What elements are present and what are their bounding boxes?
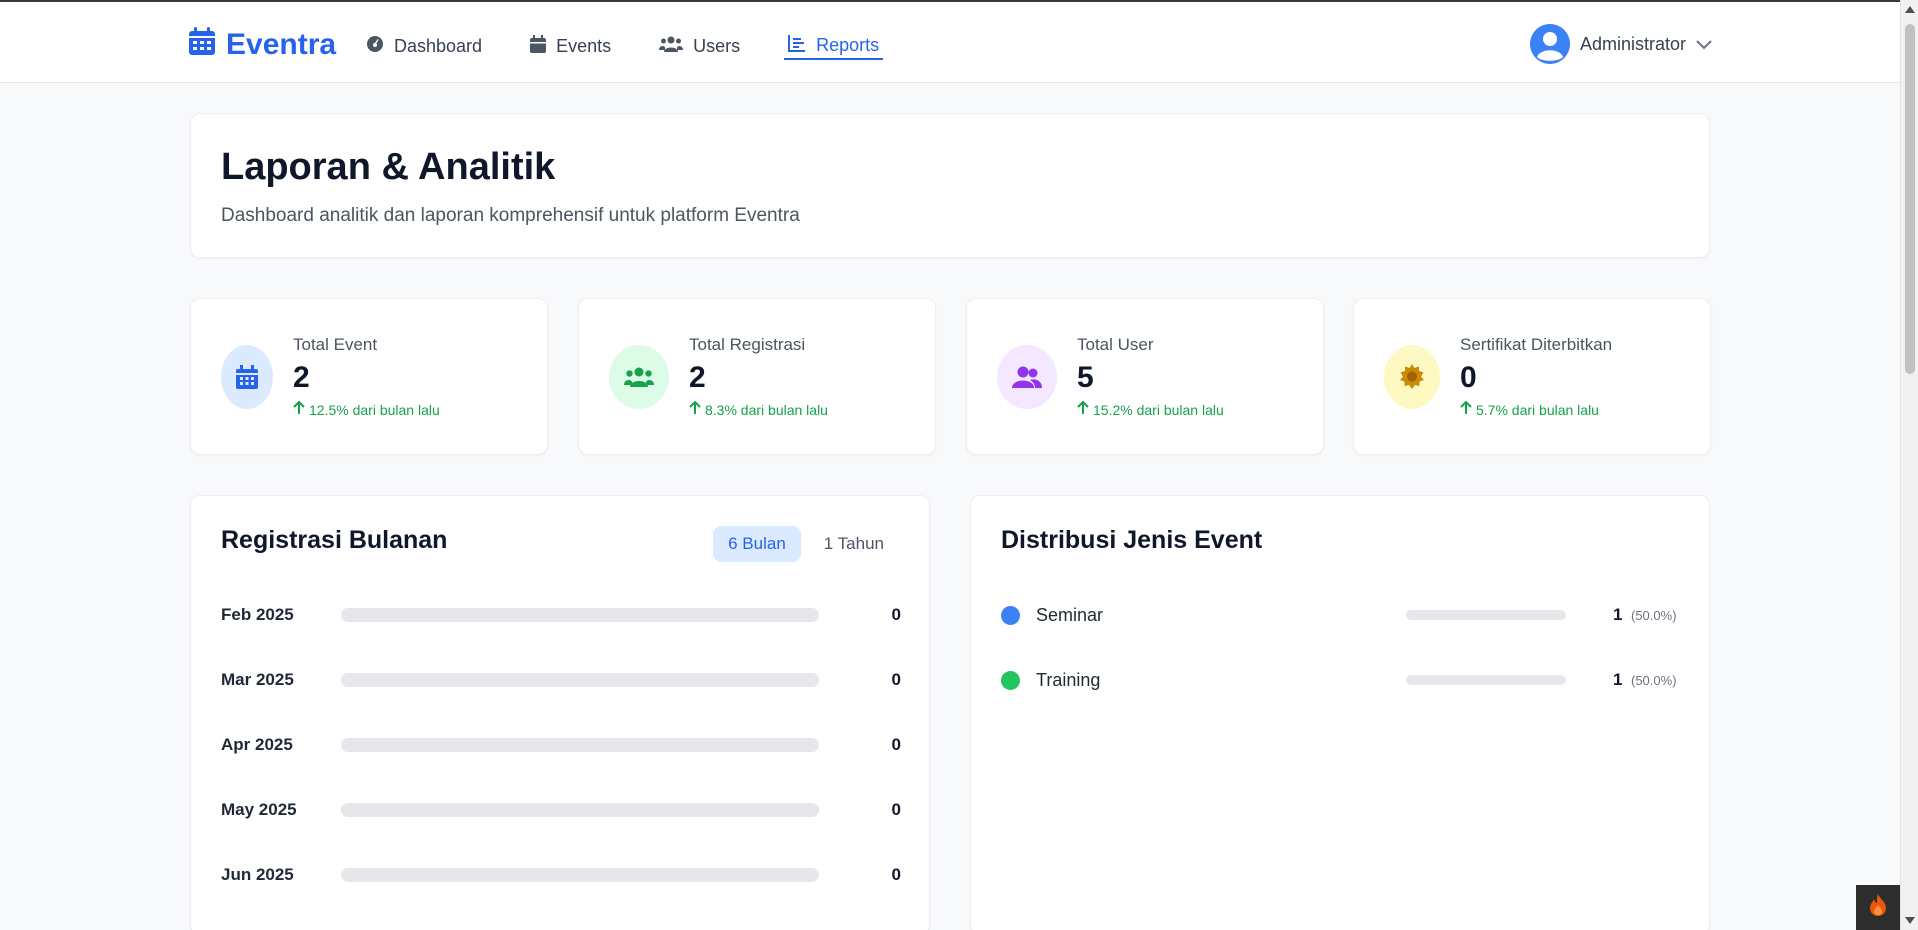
stat-card-total-user: Total User 5 15.2% dari bulan lalu [966, 298, 1324, 455]
nav-reports[interactable]: Reports [784, 32, 884, 60]
scroll-down-arrow-icon[interactable] [1905, 917, 1915, 924]
month-bar-track [341, 868, 819, 882]
distribution-count: 1 [1613, 605, 1623, 624]
distribution-bar-track [1406, 675, 1566, 685]
nav-users-label: Users [693, 35, 741, 56]
distribution-label: Seminar [1036, 604, 1104, 625]
stat-trend-text: 15.2% dari bulan lalu [1093, 401, 1224, 418]
nav-events-label: Events [556, 35, 612, 56]
distribution-row: Training 1 (50.0%) [1001, 665, 1681, 695]
brand-name: Eventra [226, 28, 337, 61]
chart-line-icon [788, 34, 806, 57]
arrow-up-icon [1077, 400, 1089, 418]
chevron-down-icon [1696, 34, 1712, 55]
legend-dot [1001, 670, 1020, 690]
distribution-label: Training [1036, 669, 1101, 690]
month-label: Feb 2025 [221, 605, 294, 624]
user-name: Administrator [1580, 33, 1687, 54]
distribution-percent: (50.0%) [1631, 607, 1677, 623]
stat-label: Total Event [293, 335, 378, 354]
range-toggle: 6 Bulan 1 Tahun [713, 526, 899, 562]
event-distribution-title: Distribusi Jenis Event [1001, 526, 1263, 554]
monthly-registration-panel: Registrasi Bulanan 6 Bulan 1 Tahun Feb 2… [190, 495, 930, 930]
distribution-bar-track [1406, 610, 1566, 620]
arrow-up-icon [1460, 400, 1472, 418]
top-navbar: Eventra Dashboard Events Users Reports A… [0, 0, 1900, 83]
stat-value: 5 [1077, 361, 1094, 394]
stat-label: Total Registrasi [689, 335, 806, 354]
page-subtitle: Dashboard analitik dan laporan komprehen… [221, 205, 800, 226]
main-nav: Dashboard Events Users Reports [366, 32, 931, 60]
range-1-tahun-button[interactable]: 1 Tahun [809, 526, 899, 562]
distribution-row: Seminar 1 (50.0%) [1001, 600, 1681, 630]
nav-dashboard-label: Dashboard [394, 35, 483, 56]
user-group-icon [997, 344, 1057, 409]
stat-trend-text: 12.5% dari bulan lalu [309, 401, 440, 418]
month-bar-track [341, 608, 819, 622]
month-row: Feb 2025 0 [221, 600, 901, 630]
arrow-up-icon [689, 400, 701, 418]
month-row: Jun 2025 0 [221, 860, 901, 890]
month-label: Mar 2025 [221, 670, 294, 689]
page-scrollbar[interactable] [1900, 0, 1918, 930]
nav-events[interactable]: Events [530, 32, 611, 60]
stat-card-total-event: Total Event 2 12.5% dari bulan lalu [190, 298, 548, 455]
stat-card-total-registrasi: Total Registrasi 2 8.3% dari bulan lalu [578, 298, 936, 455]
user-circle-icon [1530, 24, 1570, 64]
stat-trend-text: 5.7% dari bulan lalu [1476, 401, 1599, 418]
stat-trend: 5.7% dari bulan lalu [1460, 400, 1612, 418]
devtools-widget[interactable] [1856, 885, 1900, 930]
month-label: Apr 2025 [221, 735, 293, 754]
month-value: 0 [891, 865, 901, 884]
stat-label: Sertifikat Diterbitkan [1460, 335, 1613, 354]
month-value: 0 [891, 735, 901, 754]
month-bar-track [341, 738, 819, 752]
users-icon [609, 344, 669, 409]
range-6-bulan-button[interactable]: 6 Bulan [713, 526, 801, 562]
user-menu[interactable]: Administrator [1530, 24, 1712, 64]
stat-trend-text: 8.3% dari bulan lalu [705, 401, 828, 418]
legend-dot [1001, 605, 1020, 625]
month-value: 0 [891, 800, 901, 819]
stat-value: 2 [689, 361, 706, 394]
nav-reports-label: Reports [816, 34, 880, 55]
stat-card-sertifikat: Sertifikat Diterbitkan 0 5.7% dari bulan… [1353, 298, 1711, 455]
scroll-thumb[interactable] [1905, 24, 1915, 374]
stat-trend: 15.2% dari bulan lalu [1077, 400, 1224, 418]
nav-users[interactable]: Users [659, 32, 740, 60]
certificate-icon [1384, 344, 1440, 409]
calendar-icon [530, 34, 547, 58]
stat-value: 2 [293, 361, 310, 394]
stat-value: 0 [1460, 361, 1477, 394]
event-distribution-panel: Distribusi Jenis Event Seminar 1 (50.0%)… [970, 495, 1710, 930]
month-value: 0 [891, 670, 901, 689]
distribution-percent: (50.0%) [1631, 672, 1677, 688]
users-icon [659, 36, 684, 57]
month-value: 0 [891, 605, 901, 624]
stat-trend: 8.3% dari bulan lalu [689, 400, 828, 418]
month-bar-track [341, 803, 819, 817]
stat-label: Total User [1077, 335, 1154, 354]
month-row: May 2025 0 [221, 795, 901, 825]
scroll-up-arrow-icon[interactable] [1905, 6, 1915, 13]
month-bar-track [341, 673, 819, 687]
arrow-up-icon [293, 400, 305, 418]
stat-trend: 12.5% dari bulan lalu [293, 400, 440, 418]
calendar-icon [188, 26, 216, 64]
calendar-icon [221, 344, 273, 409]
distribution-count: 1 [1613, 670, 1623, 689]
page-title: Laporan & Analitik [221, 146, 556, 188]
flame-icon [1868, 893, 1888, 922]
month-row: Apr 2025 0 [221, 730, 901, 760]
month-label: May 2025 [221, 800, 297, 819]
nav-dashboard[interactable]: Dashboard [366, 32, 482, 60]
page-header-card: Laporan & Analitik Dashboard analitik da… [190, 113, 1710, 258]
month-label: Jun 2025 [221, 865, 294, 884]
brand-logo[interactable]: Eventra [188, 26, 336, 64]
month-row: Mar 2025 0 [221, 665, 901, 695]
gauge-icon [366, 35, 384, 58]
